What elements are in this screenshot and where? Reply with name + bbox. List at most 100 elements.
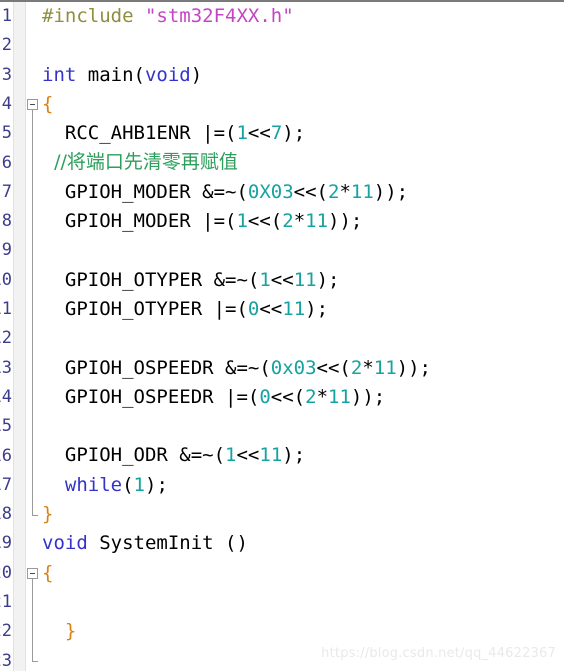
code-token-plain: ) [190,63,203,86]
line-number: 5 [1,123,12,144]
code-token-plain: <<( [270,385,306,408]
editor-gutter: 1234567891011121314151617181920212223 [0,2,38,671]
code-line[interactable]: #include "stm32F4XX.h" [38,2,564,31]
code-token-number: 1 [236,122,248,145]
code-token-number: 1 [133,473,145,496]
gutter-marker-strip[interactable] [13,2,26,671]
code-token-number: 2 [305,385,317,408]
code-token-plain: GPIOH_OTYPER |=( [42,297,248,320]
fold-region-line [32,578,33,662]
line-number: 1 [1,6,12,26]
line-number: 8 [1,211,12,232]
code-token-brace: } [42,620,77,643]
code-line[interactable]: RCC_AHB1ENR |=(1<<7); [38,119,564,148]
code-line[interactable]: //将端口先清零再赋值 [38,148,564,177]
code-token-plain: <<( [247,210,283,233]
line-number: 15 [0,416,12,437]
code-line[interactable] [38,412,564,441]
code-token-plain: )); [350,385,386,408]
code-token-plain: * [339,180,351,203]
line-number: 13 [0,357,12,378]
fold-toggle-icon[interactable] [27,567,38,579]
code-line[interactable]: void SystemInit () [38,529,564,558]
code-token-keyword: int [42,63,88,86]
code-token-plain: GPIOH_MODER &=~( [42,180,248,203]
code-token-keyword: while [64,473,123,496]
code-token-plain: <<( [293,180,328,203]
code-line[interactable]: { [38,90,564,119]
code-folding-column[interactable] [26,2,38,671]
line-number: 4 [1,93,12,114]
code-token-number: 0 [259,385,271,408]
line-number: 14 [0,386,12,407]
line-number: 16 [0,445,12,466]
line-number: 3 [1,64,12,85]
code-line[interactable] [38,31,564,60]
code-token-number: 2 [328,180,340,203]
line-number: 2 [1,35,12,56]
code-token-plain: GPIOH_OSPEEDR |=( [42,385,260,408]
code-line[interactable]: GPIOH_OTYPER |=(0<<11); [38,295,564,324]
code-content-area[interactable]: #include "stm32F4XX.h" int main(void){ R… [38,2,564,671]
code-token-number: 7 [270,122,283,145]
code-line[interactable]: while(1); [38,471,564,500]
code-line[interactable] [38,236,564,265]
code-token-plain: GPIOH_MODER |=( [42,210,237,233]
code-line[interactable]: GPIOH_ODR &=~(1<<11); [38,441,564,470]
code-token-comment: //将端口先清零再赋值 [42,151,238,174]
code-line[interactable]: GPIOH_MODER |=(1<<(2*11)); [38,207,564,236]
code-token-number: 0x03 [270,356,317,379]
code-token-keyword: void [144,63,191,86]
line-number: 17 [0,474,12,495]
code-line[interactable]: GPIOH_OSPEEDR &=~(0x03<<(2*11)); [38,354,564,383]
code-token-number: 11 [293,268,317,291]
code-line[interactable]: int main(void) [38,61,564,90]
code-token-plain: ( [122,473,134,496]
code-token-plain: ); [305,297,329,320]
line-number-column: 1234567891011121314151617181920212223 [0,2,13,671]
code-line[interactable]: GPIOH_OTYPER &=~(1<<11); [38,266,564,295]
code-token-plain: GPIOH_OTYPER &=~( [42,268,260,291]
code-token-plain: SystemInit () [99,532,248,555]
code-line[interactable]: GPIOH_OSPEEDR |=(0<<(2*11)); [38,383,564,412]
code-token-plain: )); [373,180,409,203]
code-line[interactable]: } [38,500,564,529]
line-number: 20 [0,562,12,583]
line-number: 9 [1,240,12,261]
code-token-plain: ); [282,444,306,467]
code-token-plain: * [316,385,329,408]
line-number: 11 [0,299,12,319]
code-token-plain: ); [282,122,306,145]
code-token-number: 0X03 [247,180,294,203]
code-token-brace: } [42,503,54,526]
code-token-plain: GPIOH_ODR &=~( [42,444,226,467]
code-line[interactable]: } [38,617,564,646]
code-token-number: 11 [328,385,351,408]
code-token-plain: << [236,444,260,467]
code-token-plain: << [259,297,283,320]
code-line[interactable]: GPIOH_MODER &=~(0X03<<(2*11)); [38,178,564,207]
code-token-plain: RCC_AHB1ENR |=( [42,122,237,145]
code-token-plain: )); [328,210,363,233]
fold-toggle-icon[interactable] [27,99,38,111]
line-number: 19 [0,533,12,554]
code-token-number: 11 [282,297,306,320]
code-line[interactable] [38,588,564,617]
code-token-plain: ); [145,473,168,496]
line-number: 7 [1,181,12,202]
code-token-preprocessor: #include [42,5,145,27]
line-number: 18 [0,504,12,525]
line-number: 6 [1,152,12,173]
line-number: 10 [0,269,12,290]
code-line[interactable] [38,324,564,353]
code-token-number: 11 [305,210,329,233]
code-line[interactable]: { [38,559,564,588]
code-token-plain: main( [87,63,145,86]
code-token-number: 11 [350,180,374,203]
code-token-number: 2 [350,356,363,379]
code-token-number: 11 [259,444,283,467]
code-token-plain: << [270,268,294,291]
code-editor-window[interactable]: 1234567891011121314151617181920212223 #i… [0,0,564,671]
fold-region-line [32,110,33,515]
